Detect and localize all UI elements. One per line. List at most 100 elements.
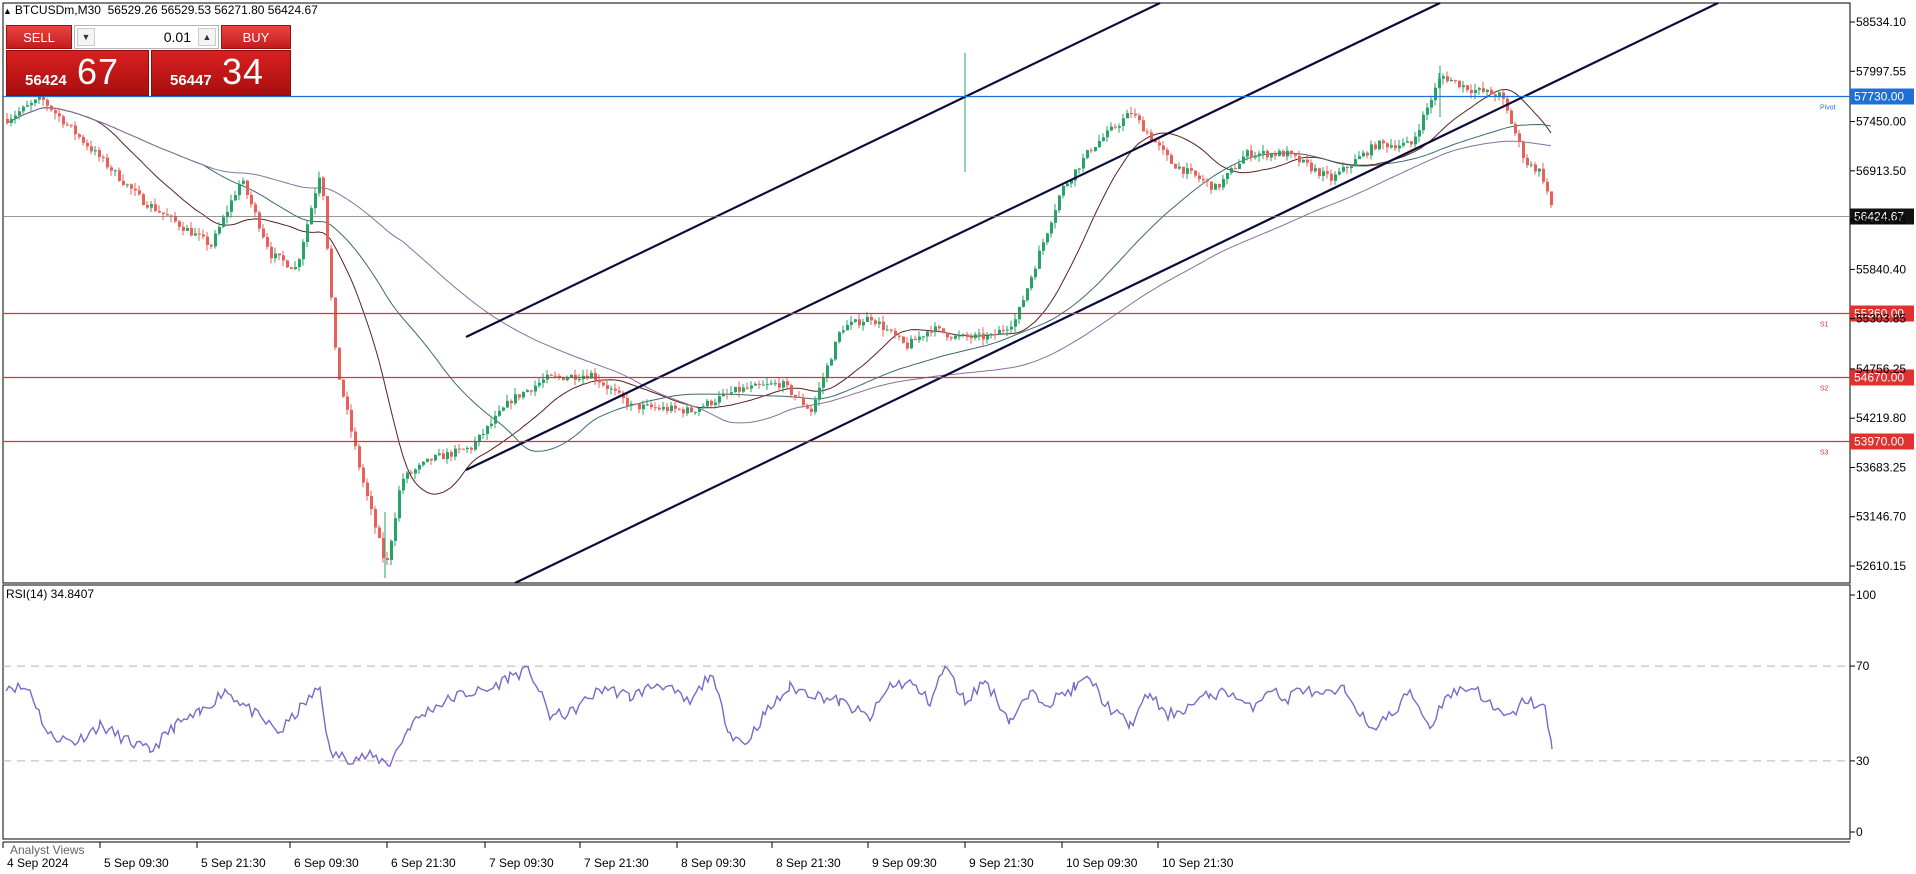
candle-bull [150,204,153,208]
lot-decrease-icon[interactable]: ▼ [77,28,95,46]
candle-bear [74,125,77,135]
price-axis-label: 53683.25 [1856,460,1906,474]
candle-bull [1126,113,1129,119]
candle-bear [62,116,65,125]
candle-bull [734,386,737,393]
candle-bear [614,388,617,391]
candle-bear [46,99,49,106]
candle-bull [1050,222,1053,234]
candle-bear [138,190,141,195]
candle-bull [1086,150,1089,158]
candle-bear [930,331,933,333]
candle-bull [814,399,817,412]
candle-bear [374,509,377,528]
candle-bull [578,379,581,381]
sell-price-box[interactable]: 56424 67 [6,50,149,96]
analyst-views-tab[interactable]: Analyst Views [10,843,84,857]
candle-bear [1366,152,1369,156]
candle-bull [446,452,449,460]
time-axis-label: 4 Sep 2024 [7,856,69,870]
candle-bull [1178,166,1181,169]
candle-bear [278,253,281,256]
candle-bull [1426,107,1429,115]
candle-bull [1214,184,1217,190]
candle-bear [338,347,341,380]
candle-bull [242,180,245,184]
candle-bull [838,332,841,342]
candle-bull [822,378,825,388]
channel-line-2[interactable] [465,2,1441,471]
candle-bear [1550,191,1553,206]
candle-bear [286,260,289,268]
candle-bull [1362,152,1365,157]
candle-bear [1546,181,1549,192]
lot-increase-icon[interactable]: ▲ [198,28,216,46]
candle-bear [1514,123,1517,134]
candle-bear [262,228,265,238]
candle-bear [110,167,113,171]
candle-bear [1210,181,1213,190]
sell-price-pips: 67 [77,51,120,92]
buy-button[interactable]: BUY [221,25,291,49]
candle-bear [166,214,169,216]
candle-bear [518,394,521,398]
level-tag: S2 [1820,386,1829,393]
price-axis-label: 58534.10 [1856,15,1906,29]
candle-bear [1194,170,1197,176]
candle-bull [990,334,993,336]
candle-bull [1486,89,1489,92]
candle-bull [22,106,25,112]
candle-bear [354,431,357,447]
candle-bear [342,379,345,397]
candle-bull [1378,140,1381,150]
candle-bear [558,375,561,377]
candle-bull [194,233,197,236]
candle-bull [1286,150,1289,157]
candle-bear [1090,150,1093,152]
candle-bull [782,381,785,388]
candle-bear [1298,155,1301,163]
buy-price-main: 56447 [170,72,212,89]
candle-bull [1066,183,1069,186]
candle-bull [722,393,725,397]
candle-bull [730,392,733,394]
sell-button[interactable]: SELL [6,25,72,49]
candle-bull [478,434,481,442]
one-click-trading-panel: SELL ▼ ▲ BUY 56424 67 56447 34 [6,25,291,97]
regression-channel[interactable] [465,2,1719,584]
candle-bull [662,406,665,410]
rsi-label: RSI(14) 34.8407 [6,587,95,601]
candle-bull [1422,114,1425,131]
channel-line-1[interactable] [465,2,1161,338]
candle-bull [1434,87,1437,101]
candle-bull [1406,141,1409,143]
candle-bull [1030,277,1033,289]
candle-bear [182,226,185,231]
candle-bear [1490,89,1493,95]
candle-bear [906,342,909,349]
collapse-triangle-icon[interactable]: ▲ [3,6,12,16]
candle-bull [426,458,429,462]
candle-bear [1002,329,1005,331]
candle-bull [910,338,913,349]
candle-bull [1046,233,1049,243]
ohlc-values: 56529.26 56529.53 56271.80 56424.67 [107,3,318,17]
candle-bear [638,403,641,410]
buy-price-box[interactable]: 56447 34 [151,50,291,96]
candle-bear [270,246,273,259]
channel-line-3[interactable] [514,2,1719,584]
lot-input[interactable] [99,28,191,46]
candle-bull [842,330,845,333]
chart-canvas[interactable]: 57730.00Pivot55360.00S154670.00S253970.0… [0,0,1916,874]
candle-bull [1538,168,1541,172]
candle-bear [82,136,85,143]
candle-bear [1150,132,1153,141]
candle-bear [258,212,261,229]
candle-bull [490,423,493,426]
candle-bull [1106,130,1109,138]
lot-size-field[interactable]: ▼ ▲ [74,25,219,49]
candle-bull [1042,242,1045,251]
candle-bull [14,115,17,119]
candle-bear [1534,164,1537,172]
candle-bull [1262,151,1265,154]
